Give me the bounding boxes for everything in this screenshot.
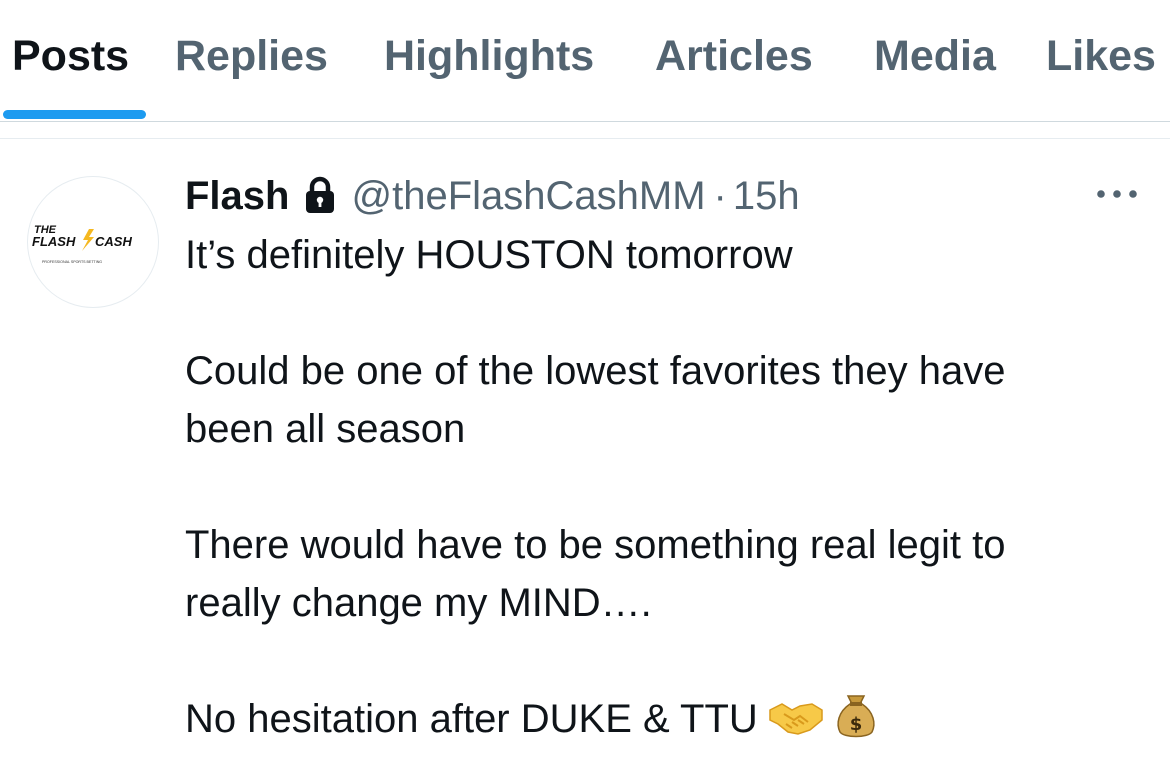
active-tab-indicator: [3, 110, 146, 119]
author-name[interactable]: Flash: [185, 174, 289, 219]
handshake-emoji: [769, 703, 823, 735]
svg-text:$: $: [850, 714, 863, 735]
logo-line-2: FLASH: [32, 234, 76, 249]
post-time[interactable]: 15h: [733, 174, 800, 219]
money-bag-emoji: $: [837, 695, 875, 738]
tab-media[interactable]: Media: [874, 30, 996, 82]
tab-highlights[interactable]: Highlights: [384, 30, 594, 82]
tab-articles[interactable]: Articles: [655, 30, 813, 82]
author-handle[interactable]: @theFlashCashMM: [351, 174, 705, 219]
post-text-last-line: No hesitation after DUKE & TTU $: [185, 690, 878, 748]
tab-posts[interactable]: Posts: [12, 30, 129, 82]
lock-icon: [306, 176, 335, 213]
profile-tabs: Posts Replies Highlights Articles Media …: [0, 0, 1170, 122]
logo-tagline: PROFESSIONAL SPORTS BETTING: [42, 260, 102, 264]
post-text-line: No hesitation after DUKE & TTU: [185, 697, 758, 741]
separator-dot: ·: [713, 173, 727, 218]
post-text-line: There would have to be something real le…: [185, 523, 1006, 567]
avatar[interactable]: THE FLASH CASH PROFESSIONAL SPORTS BETTI…: [27, 176, 159, 308]
post-text-line: Could be one of the lowest favorites the…: [185, 349, 1006, 393]
tabs-divider: [0, 121, 1170, 122]
more-icon[interactable]: [1094, 182, 1140, 206]
profile-posts-view: Posts Replies Highlights Articles Media …: [0, 0, 1170, 764]
post-text-line: It’s definitely HOUSTON tomorrow: [185, 233, 793, 277]
flash-cash-logo: THE FLASH CASH PROFESSIONAL SPORTS BETTI…: [32, 224, 132, 264]
post-text-line: been all season: [185, 407, 466, 451]
post-divider: [0, 138, 1170, 139]
lightning-icon: [82, 229, 94, 251]
post-header: Flash @theFlashCashMM · 15h: [185, 168, 800, 224]
tab-replies[interactable]: Replies: [175, 30, 328, 82]
logo-line-3: CASH: [95, 234, 132, 249]
post-text-line: really change my MIND….: [185, 581, 652, 625]
tab-likes[interactable]: Likes: [1046, 30, 1156, 82]
